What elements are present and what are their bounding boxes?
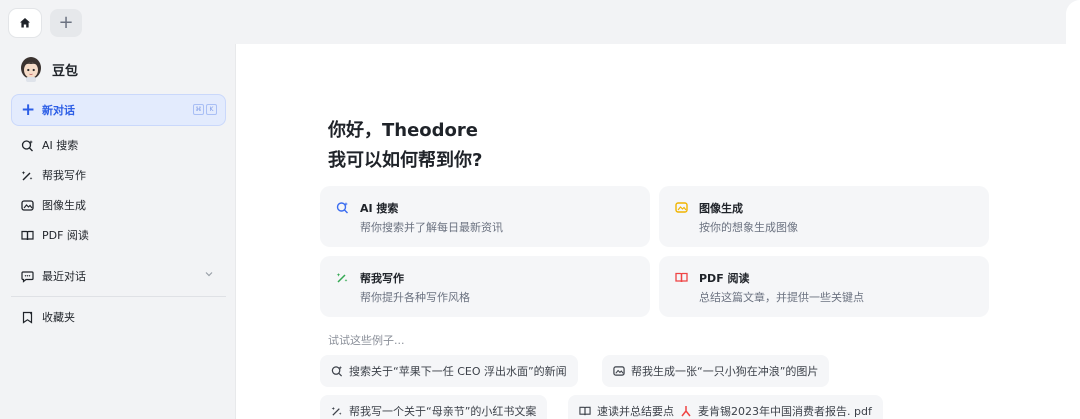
image-icon	[613, 365, 625, 377]
card-title: PDF 阅读	[699, 272, 750, 285]
sidebar-item-pdf[interactable]: PDF 阅读	[20, 226, 89, 244]
bookmark-icon	[20, 310, 34, 324]
pen-sparkle-icon	[20, 168, 34, 182]
tab-bar-edge	[1066, 0, 1080, 44]
sidebar-item-label: 帮我写作	[42, 169, 86, 182]
example-label: 搜索关于“苹果下一任 CEO 浮出水面”的新闻	[349, 365, 567, 378]
sidebar-item-recent[interactable]: 最近对话	[20, 267, 86, 285]
sidebar-item-label: 最近对话	[42, 270, 86, 283]
plus-icon: +	[58, 12, 74, 33]
home-tab[interactable]	[9, 9, 41, 37]
card-description: 按你的想象生成图像	[699, 221, 798, 234]
new-chat-button[interactable]: + 新对话 ⌘ K	[11, 94, 226, 126]
example-chip-search[interactable]: 搜索关于“苹果下一任 CEO 浮出水面”的新闻	[320, 355, 578, 387]
greeting-title: 你好，Theodore	[328, 120, 479, 141]
example-label: 帮我写一个关于“母亲节”的小红书文案	[349, 405, 537, 418]
book-icon	[579, 405, 591, 417]
image-icon	[20, 198, 34, 212]
sidebar-item-ai-search[interactable]: AI 搜索	[20, 136, 78, 154]
brand-name: 豆包	[52, 63, 79, 79]
main-panel: 你好，Theodore 我可以如何帮到你? AI 搜索 帮你搜索并了解每日最新资…	[237, 44, 1080, 419]
sidebar-item-label: AI 搜索	[42, 139, 79, 152]
book-icon	[20, 228, 34, 242]
chat-bubble-icon	[20, 269, 34, 283]
k-key: K	[206, 104, 217, 115]
new-tab-button[interactable]: +	[50, 9, 82, 37]
example-label: 帮我生成一张“一只小狗在冲浪”的图片	[631, 365, 819, 378]
sidebar: 豆包 + 新对话 ⌘ K AI 搜索 帮我写作 图像生成 PDF 阅读 最近对话…	[0, 44, 236, 419]
home-icon	[20, 18, 30, 28]
sidebar-item-label: PDF 阅读	[42, 229, 89, 242]
sidebar-item-image[interactable]: 图像生成	[20, 196, 86, 214]
sidebar-item-favorites[interactable]: 收藏夹	[20, 308, 75, 326]
example-chip-pdf[interactable]: 速读并总结要点 麦肯锡2023年中国消费者报告. pdf	[568, 395, 883, 419]
chevron-down-icon[interactable]	[203, 268, 215, 280]
card-write[interactable]: 帮我写作 帮你提升各种写作风格	[320, 256, 650, 317]
ai-search-icon	[20, 138, 34, 152]
divider	[11, 296, 226, 297]
tab-bar: +	[0, 0, 1080, 44]
command-key: ⌘	[193, 104, 204, 115]
card-title: 帮我写作	[360, 272, 404, 285]
card-description: 帮你搜索并了解每日最新资讯	[360, 221, 503, 234]
card-description: 总结这篇文章，并提供一些关键点	[699, 291, 864, 304]
pdf-file-name: 麦肯锡2023年中国消费者报告. pdf	[698, 405, 872, 418]
pen-sparkle-icon	[335, 270, 349, 284]
image-icon	[674, 200, 688, 214]
card-title: AI 搜索	[360, 202, 399, 215]
book-icon	[674, 270, 688, 284]
pdf-icon	[680, 405, 692, 417]
ai-search-icon	[331, 365, 343, 377]
sidebar-item-label: 图像生成	[42, 199, 86, 212]
shortcut-hint: ⌘ K	[193, 104, 217, 115]
card-description: 帮你提升各种写作风格	[360, 291, 470, 304]
card-pdf[interactable]: PDF 阅读 总结这篇文章，并提供一些关键点	[659, 256, 989, 317]
examples-label: 试试这些例子...	[328, 334, 405, 347]
brand[interactable]: 豆包	[20, 56, 78, 82]
ai-search-icon	[335, 200, 349, 214]
sidebar-item-write[interactable]: 帮我写作	[20, 166, 86, 184]
example-label: 速读并总结要点	[597, 405, 674, 418]
sidebar-item-label: 收藏夹	[42, 311, 75, 324]
example-chip-image[interactable]: 帮我生成一张“一只小狗在冲浪”的图片	[602, 355, 830, 387]
example-chip-write[interactable]: 帮我写一个关于“母亲节”的小红书文案	[320, 395, 548, 419]
new-chat-label: 新对话	[42, 104, 75, 117]
card-ai-search[interactable]: AI 搜索 帮你搜索并了解每日最新资讯	[320, 186, 650, 247]
greeting-subtitle: 我可以如何帮到你?	[328, 150, 483, 171]
pen-sparkle-icon	[331, 405, 343, 417]
plus-icon: +	[21, 99, 36, 120]
avatar	[20, 56, 42, 82]
card-image-gen[interactable]: 图像生成 按你的想象生成图像	[659, 186, 989, 247]
card-title: 图像生成	[699, 202, 743, 215]
